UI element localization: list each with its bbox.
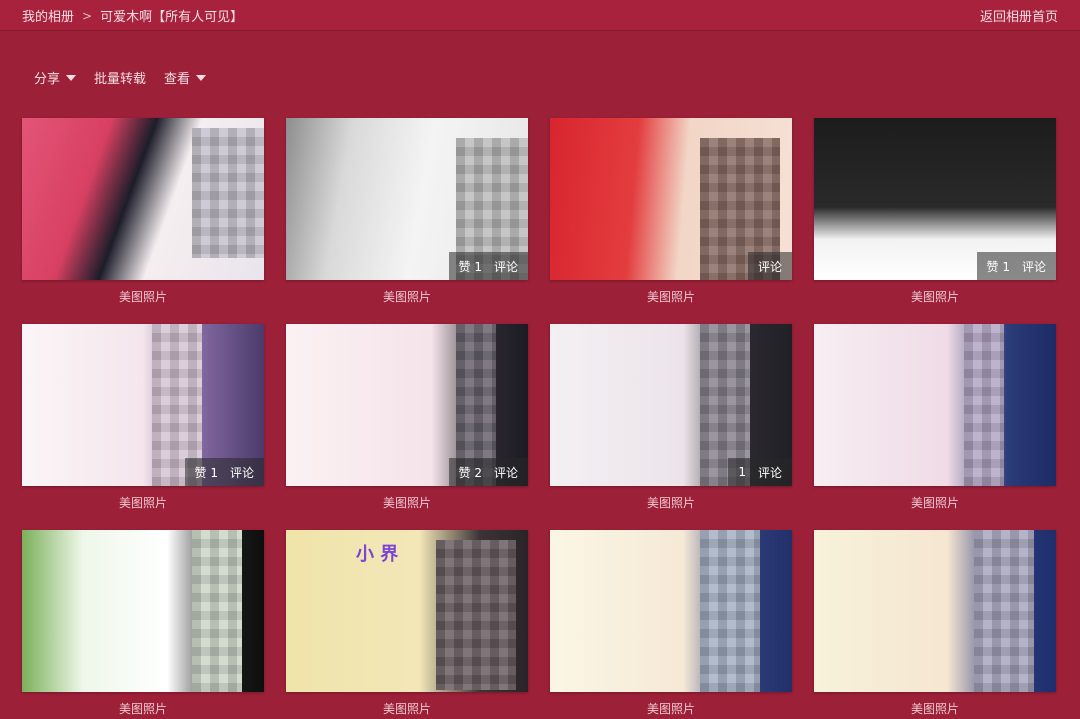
photo-stats-overlay: 评论 xyxy=(747,252,792,280)
pixelated-area xyxy=(436,540,516,690)
photo-thumbnail[interactable]: 小 界 xyxy=(286,530,528,692)
photo-caption[interactable]: 美图照片 xyxy=(814,288,1056,305)
like-count[interactable]: 赞 1 xyxy=(987,258,1010,275)
photo-thumbnail[interactable] xyxy=(550,530,792,692)
photo-grid: 美图照片 赞 1 评论 美图照片 评论 美图照片 赞 1 评论 美图照片 赞 1… xyxy=(22,118,1058,716)
comment-link[interactable]: 评论 xyxy=(230,464,254,481)
comment-link[interactable]: 评论 xyxy=(494,464,518,481)
comment-link[interactable]: 评论 xyxy=(494,258,518,275)
photo-caption[interactable]: 美图照片 xyxy=(22,494,264,511)
photo-stats-overlay: 赞 1 评论 xyxy=(184,458,264,486)
batch-repost-button[interactable]: 批量转载 xyxy=(94,68,146,87)
photo-caption[interactable]: 美图照片 xyxy=(550,288,792,305)
like-count[interactable]: 赞 1 xyxy=(195,464,218,481)
photo-thumbnail[interactable] xyxy=(814,530,1056,692)
comment-link[interactable]: 评论 xyxy=(1022,258,1046,275)
photo-card[interactable]: 小 界 美图照片 xyxy=(286,530,528,716)
breadcrumb-current-album[interactable]: 可爱木啊【所有人可见】 xyxy=(100,6,243,25)
photo-caption[interactable]: 美图照片 xyxy=(286,700,528,717)
view-label: 查看 xyxy=(164,72,191,87)
sticker-text: 小 界 xyxy=(356,544,399,565)
photo-thumbnail[interactable]: 赞 2 评论 xyxy=(286,324,528,486)
photo-caption[interactable]: 美图照片 xyxy=(22,700,264,717)
photo-card[interactable]: 评论 美图照片 xyxy=(550,118,792,304)
photo-card[interactable]: 美图照片 xyxy=(550,530,792,716)
photo-thumbnail[interactable]: 1 评论 xyxy=(550,324,792,486)
chevron-down-icon xyxy=(66,74,77,81)
top-bar: 我的相册 > 可爱木啊【所有人可见】 返回相册首页 xyxy=(0,0,1080,30)
comment-link[interactable]: 评论 xyxy=(758,258,782,275)
view-dropdown[interactable]: 查看 xyxy=(164,68,207,87)
photo-caption[interactable]: 美图照片 xyxy=(550,700,792,717)
share-label: 分享 xyxy=(34,72,61,87)
photo-card[interactable]: 赞 1 评论 美图照片 xyxy=(814,118,1056,304)
photo-stats-overlay: 1 评论 xyxy=(728,458,792,486)
photo-thumbnail[interactable]: 赞 1 评论 xyxy=(22,324,264,486)
photo-thumbnail[interactable] xyxy=(22,530,264,692)
photo-stats-overlay: 赞 1 评论 xyxy=(976,252,1056,280)
photo-card[interactable]: 美图照片 xyxy=(22,118,264,304)
photo-card[interactable]: 赞 1 评论 美图照片 xyxy=(22,324,264,510)
photo-card[interactable]: 美图照片 xyxy=(814,530,1056,716)
chevron-down-icon xyxy=(196,74,207,81)
pixelated-area xyxy=(700,530,760,692)
photo-card[interactable]: 赞 2 评论 美图照片 xyxy=(286,324,528,510)
back-to-albums-link[interactable]: 返回相册首页 xyxy=(980,6,1058,25)
pixelated-area xyxy=(192,128,264,258)
like-count[interactable]: 赞 1 xyxy=(459,258,482,275)
photo-caption[interactable]: 美图照片 xyxy=(814,700,1056,717)
photo-caption[interactable]: 美图照片 xyxy=(814,494,1056,511)
photo-card[interactable]: 赞 1 评论 美图照片 xyxy=(286,118,528,304)
photo-thumbnail[interactable] xyxy=(22,118,264,280)
photo-caption[interactable]: 美图照片 xyxy=(286,494,528,511)
breadcrumb-my-albums[interactable]: 我的相册 xyxy=(22,6,74,25)
photo-thumbnail[interactable]: 赞 1 评论 xyxy=(814,118,1056,280)
photo-card[interactable]: 1 评论 美图照片 xyxy=(550,324,792,510)
pixelated-area xyxy=(192,530,242,692)
photo-thumbnail[interactable]: 评论 xyxy=(550,118,792,280)
photo-stats-overlay: 赞 1 评论 xyxy=(448,252,528,280)
photo-thumbnail[interactable]: 赞 1 评论 xyxy=(286,118,528,280)
photo-caption[interactable]: 美图照片 xyxy=(22,288,264,305)
comment-link[interactable]: 评论 xyxy=(758,464,782,481)
breadcrumb: 我的相册 > 可爱木啊【所有人可见】 xyxy=(22,6,243,26)
breadcrumb-separator: > xyxy=(82,8,93,23)
batch-repost-label: 批量转载 xyxy=(94,72,147,87)
photo-thumbnail[interactable] xyxy=(814,324,1056,486)
album-toolbar: 分享 批量转载 查看 xyxy=(34,68,207,87)
pixelated-area xyxy=(964,324,1004,486)
photo-card[interactable]: 美图照片 xyxy=(814,324,1056,510)
photo-card[interactable]: 美图照片 xyxy=(22,530,264,716)
share-dropdown[interactable]: 分享 xyxy=(34,68,77,87)
like-count[interactable]: 1 xyxy=(738,465,746,479)
photo-caption[interactable]: 美图照片 xyxy=(286,288,528,305)
photo-caption[interactable]: 美图照片 xyxy=(550,494,792,511)
like-count[interactable]: 赞 2 xyxy=(459,464,482,481)
photo-stats-overlay: 赞 2 评论 xyxy=(448,458,528,486)
pixelated-area xyxy=(974,530,1034,692)
